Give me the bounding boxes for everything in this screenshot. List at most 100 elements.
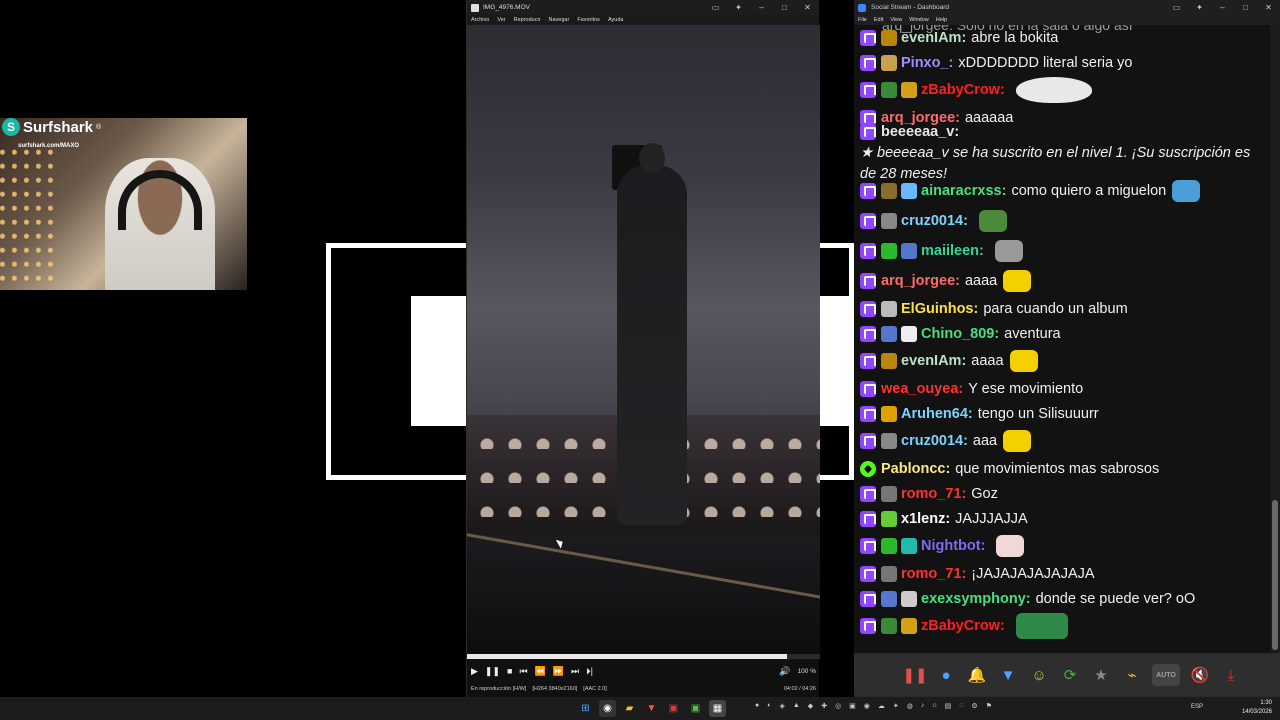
chat-message[interactable]: ainaracrxss: como quiero a miguelon [854,176,1270,206]
media-player-taskbar-icon[interactable]: ▦ [709,700,726,717]
chat-username[interactable]: evenIAm: [901,30,966,46]
pin-icon[interactable]: ✦ [727,3,750,12]
chat-username[interactable]: romo_71: [901,486,966,502]
chat-username[interactable]: ainaracrxss: [921,183,1006,199]
frame-step-button[interactable]: ⏵| [586,666,593,677]
chat-username[interactable]: Nightbot: [921,538,985,554]
tray-icon-10[interactable]: ☁ [878,702,885,710]
download-icon[interactable]: ⤓ [1220,664,1242,686]
star-icon[interactable]: ★ [1090,664,1112,686]
tray-icon-16[interactable]: ◌ [959,702,963,710]
chat-message[interactable]: Chino_809: aventura [854,321,1270,346]
chat-username[interactable]: arq_jorgee: [881,273,960,289]
refresh-icon[interactable]: ⟳ [1059,664,1081,686]
tray-icon-15[interactable]: ▤ [945,702,952,710]
pause-button[interactable]: ❚❚ [485,666,500,677]
stop-button[interactable]: ■ [507,666,512,676]
tray-icon-8[interactable]: ▣ [849,702,856,710]
chat-username[interactable]: Pabloncc: [881,461,950,477]
tray-icon-5[interactable]: ◆ [808,702,813,710]
chat-message[interactable]: zBabyCrow: [854,75,1270,105]
chat-username[interactable]: Chino_809: [921,326,999,342]
broom-icon[interactable]: ⌁ [1121,664,1143,686]
pip-icon[interactable]: ▭ [704,3,727,12]
chat-message[interactable]: arq_jorgee: aaaa [854,266,1270,296]
seek-bar[interactable] [467,654,820,659]
tray-icon-3[interactable]: ◈ [779,702,784,710]
windows-start-icon[interactable]: ⊞ [577,700,594,717]
tray-icon-9[interactable]: ◉ [864,702,870,710]
emoji-icon[interactable]: ☺ [1028,664,1050,686]
chat-username[interactable]: cruz0014: [901,433,968,449]
clock[interactable]: 1:30 14/03/2026 [1242,699,1272,717]
chat-message[interactable]: x1lenz: JAJJJAJJA [854,506,1270,531]
chat-feed[interactable]: arq_jorgee: Solo no en la sala o algo as… [854,25,1270,653]
menu-favoritos[interactable]: Favoritos [577,17,600,23]
menu-help[interactable]: Help [936,17,947,23]
close-button[interactable]: ✕ [796,3,819,12]
chat-message[interactable]: zBabyCrow: [854,611,1270,641]
forward-button[interactable]: ⏩ [553,666,564,677]
maximize-button[interactable]: □ [773,3,796,12]
chat-titlebar[interactable]: Social Stream - Dashboard ▭ ✦ – □ ✕ [854,0,1280,15]
bell-icon[interactable]: 🔔 [966,664,988,686]
media-player-window[interactable]: IMG_4976.MOV ▭ ✦ – □ ✕ Archivo Ver Repro… [466,0,820,697]
chat-close-button[interactable]: ✕ [1257,3,1280,12]
tray-icon-4[interactable]: ▲ [793,702,800,710]
chat-message[interactable]: evenIAm: aaaa [854,346,1270,376]
menu-ver[interactable]: Ver [497,17,505,23]
chat-message[interactable]: romo_71: Goz [854,481,1270,506]
chat-message[interactable]: beeeeaa_v: ★ beeeeaa_v se ha suscrito en … [854,124,1270,182]
chat-username[interactable]: x1lenz: [901,511,950,527]
auto-icon[interactable]: AUTO [1152,664,1180,686]
chat-username[interactable]: romo_71: [901,566,966,582]
social-stream-window[interactable]: Social Stream - Dashboard ▭ ✦ – □ ✕ File… [854,0,1280,697]
tray-icon-11[interactable]: ✦ [893,702,899,710]
mute-icon[interactable]: 🔇 [1189,664,1211,686]
chat-username[interactable]: ElGuinhos: [901,301,978,317]
chat-message[interactable]: romo_71: ¡JAJAJAJAJAJAJA [854,561,1270,586]
chat-message[interactable]: evenIAm: abre la bokita [854,25,1270,50]
tray-icon-18[interactable]: ⚑ [986,702,992,710]
menu-edit[interactable]: Edit [874,17,883,23]
tray-icon-2[interactable]: ◐ [767,702,771,710]
tray-icon-12[interactable]: ◍ [907,702,913,710]
pause-icon[interactable]: ❚❚ [902,664,927,686]
chat-maximize-button[interactable]: □ [1234,3,1257,12]
tray-icon-1[interactable]: ● [755,702,759,710]
folder-icon[interactable]: ▰ [621,700,638,717]
chat-pip-icon[interactable]: ▭ [1165,3,1188,12]
chat-username[interactable]: exexsymphony: [921,591,1031,607]
tray-icon-7[interactable]: ◎ [835,702,841,710]
chat-message[interactable]: Pabloncc: que movimientos mas sabrosos [854,456,1270,481]
tray-icon-14[interactable]: ⌂ [932,702,936,710]
player-titlebar[interactable]: IMG_4976.MOV ▭ ✦ – □ ✕ [467,0,819,15]
menu-file[interactable]: File [858,17,867,23]
chat-username[interactable]: Aruhen64: [901,406,973,422]
video-frame[interactable] [467,25,820,653]
chat-username[interactable]: cruz0014: [901,213,968,229]
obs-icon[interactable]: ◉ [599,700,616,717]
play-button[interactable]: ▶ [471,666,478,677]
scrollbar-thumb[interactable] [1272,500,1278,650]
menu-navegar[interactable]: Navegar [549,17,570,23]
chat-minimize-button[interactable]: – [1211,3,1234,12]
chat-bubble-icon[interactable]: ● [935,664,957,686]
chat-username[interactable]: beeeeaa_v: [881,122,959,143]
menu-window[interactable]: Window [909,17,929,23]
menu-archivo[interactable]: Archivo [471,17,489,23]
menu-view[interactable]: View [890,17,902,23]
chat-username[interactable]: maiileen: [921,243,984,259]
menu-reproducir[interactable]: Reproducir [514,17,541,23]
chat-message[interactable]: Aruhen64: tengo un Silisuuurr [854,401,1270,426]
menu-ayuda[interactable]: Ayuda [608,17,624,23]
tray-icon-6[interactable]: ✚ [821,702,827,710]
chat-username[interactable]: zBabyCrow: [921,82,1005,98]
volume-icon[interactable]: 🔊 [779,666,790,677]
app-icon-2[interactable]: ▣ [687,700,704,717]
chat-message[interactable]: Nightbot: [854,531,1270,561]
chat-username[interactable]: evenIAm: [901,353,966,369]
chat-username[interactable]: zBabyCrow: [921,618,1005,634]
next-button[interactable]: ⏭ [571,666,579,677]
chat-scrollbar[interactable] [1270,25,1280,653]
